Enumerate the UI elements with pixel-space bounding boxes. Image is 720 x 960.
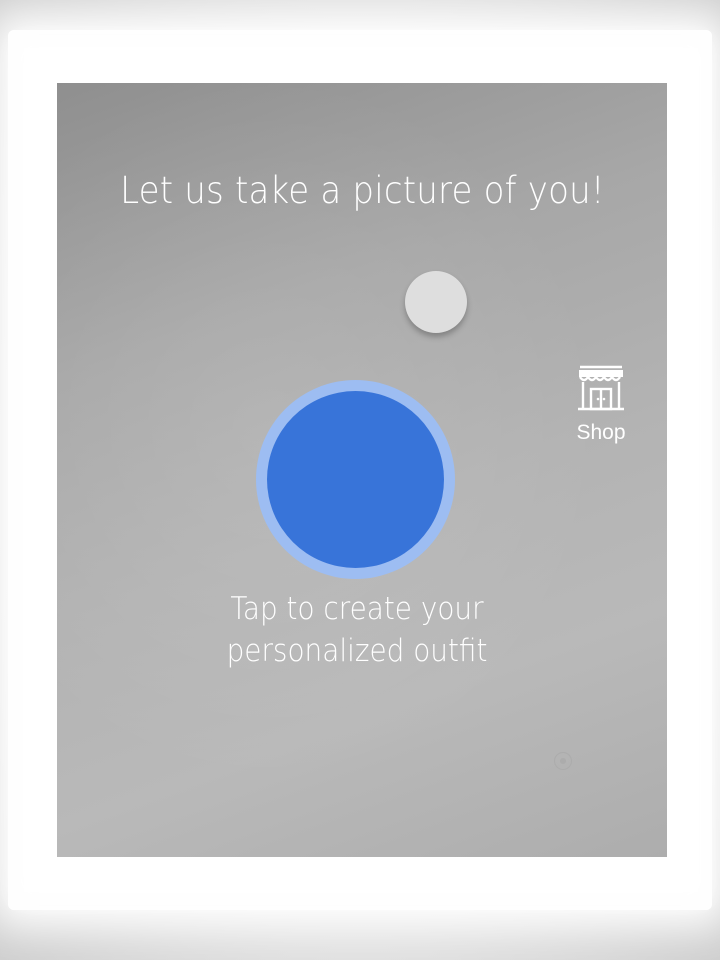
capture-instructions: Tap to create your personalized outfit: [187, 588, 527, 672]
camera-screen: Let us take a picture of you! Shop Tap t…: [57, 83, 667, 857]
camera-indicator-dot: [405, 271, 467, 333]
capture-button[interactable]: [256, 380, 455, 579]
caption-line-1: Tap to create your: [230, 591, 484, 627]
capture-button-fill[interactable]: [267, 391, 444, 568]
caption-line-2: personalized outfit: [226, 633, 488, 669]
page-title: Let us take a picture of you!: [119, 169, 605, 212]
shop-button[interactable]: Shop: [566, 363, 636, 445]
shop-label: Shop: [576, 421, 626, 444]
sensor-dot-icon: [554, 752, 572, 770]
storefront-icon: [578, 365, 624, 411]
